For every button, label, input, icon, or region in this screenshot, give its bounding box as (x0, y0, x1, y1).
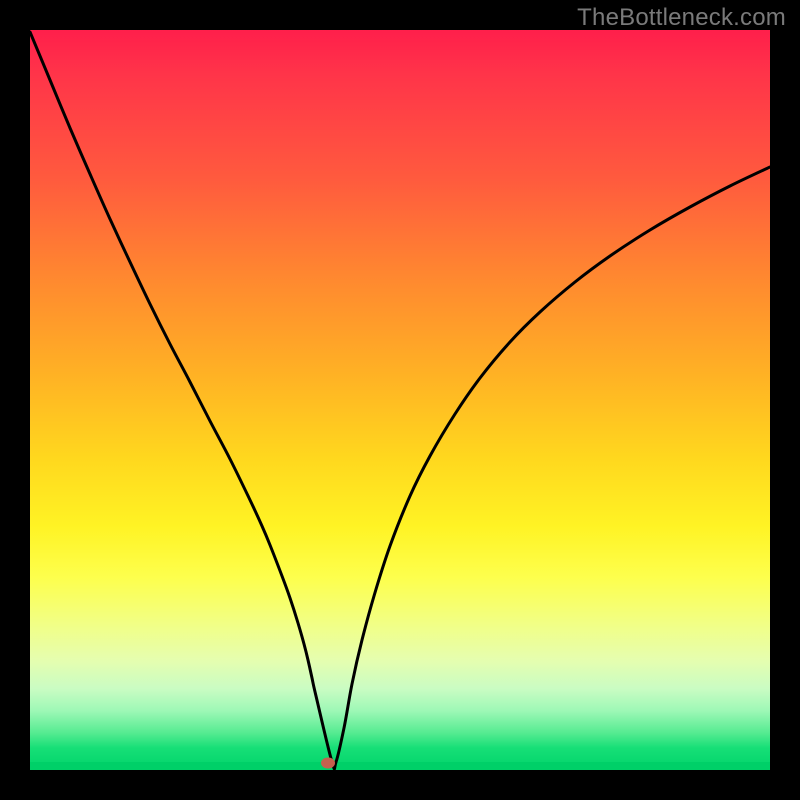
valley-marker (321, 758, 335, 769)
watermark-text: TheBottleneck.com (577, 4, 786, 32)
bottleneck-curve (30, 30, 770, 770)
plot-area (30, 30, 770, 770)
curve-path (30, 32, 770, 769)
stage: TheBottleneck.com (0, 0, 800, 800)
